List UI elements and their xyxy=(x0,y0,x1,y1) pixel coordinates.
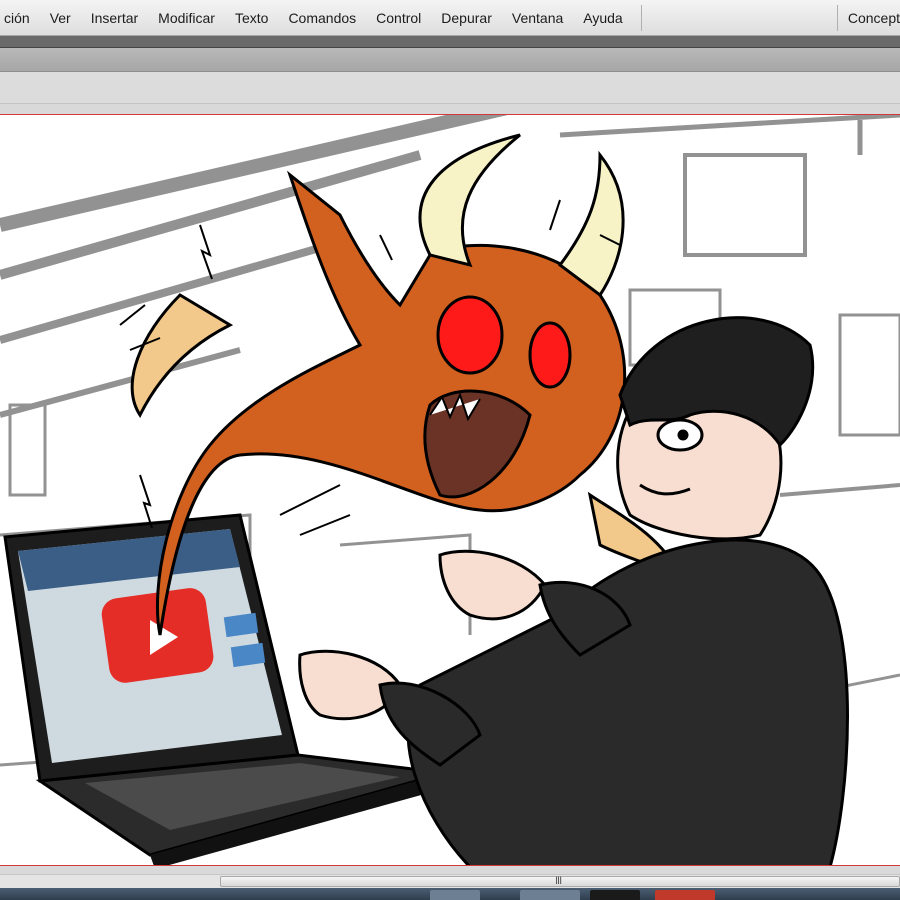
os-taskbar xyxy=(0,888,900,900)
taskbar-button-1[interactable] xyxy=(430,890,480,900)
workspace-switcher: Concept xyxy=(836,0,900,35)
menu-depurar[interactable]: Depurar xyxy=(431,0,502,35)
taskbar-button-2[interactable] xyxy=(520,890,580,900)
taskbar-button-3[interactable] xyxy=(590,890,640,900)
horizontal-scrollbar[interactable]: III xyxy=(0,874,900,888)
menu-ventana[interactable]: Ventana xyxy=(502,0,573,35)
menu-separator xyxy=(640,4,642,31)
menu-separator-right xyxy=(836,4,838,31)
menu-control[interactable]: Control xyxy=(366,0,431,35)
timeline-tab-bar xyxy=(0,48,900,72)
dark-toolbar xyxy=(0,36,900,48)
workspace-menu[interactable]: Concept xyxy=(848,10,900,26)
menu-items: ción Ver Insertar Modificar Texto Comand… xyxy=(0,0,642,35)
taskbar-button-4[interactable] xyxy=(655,890,715,900)
stage-artwork xyxy=(0,115,900,865)
menu-insertar[interactable]: Insertar xyxy=(81,0,148,35)
menu-texto[interactable]: Texto xyxy=(225,0,278,35)
menu-comandos[interactable]: Comandos xyxy=(278,0,366,35)
menu-modificar[interactable]: Modificar xyxy=(148,0,225,35)
scrollbar-grip: III xyxy=(555,875,562,887)
menu-ayuda[interactable]: Ayuda xyxy=(573,0,632,35)
stage-pasteboard xyxy=(0,104,900,874)
menu-ver[interactable]: Ver xyxy=(40,0,81,35)
stage-canvas[interactable] xyxy=(0,114,900,866)
scrollbar-thumb[interactable]: III xyxy=(220,875,900,887)
menu-edicion[interactable]: ción xyxy=(0,0,40,35)
menu-bar: ción Ver Insertar Modificar Texto Comand… xyxy=(0,0,900,36)
edit-bar xyxy=(0,72,900,104)
